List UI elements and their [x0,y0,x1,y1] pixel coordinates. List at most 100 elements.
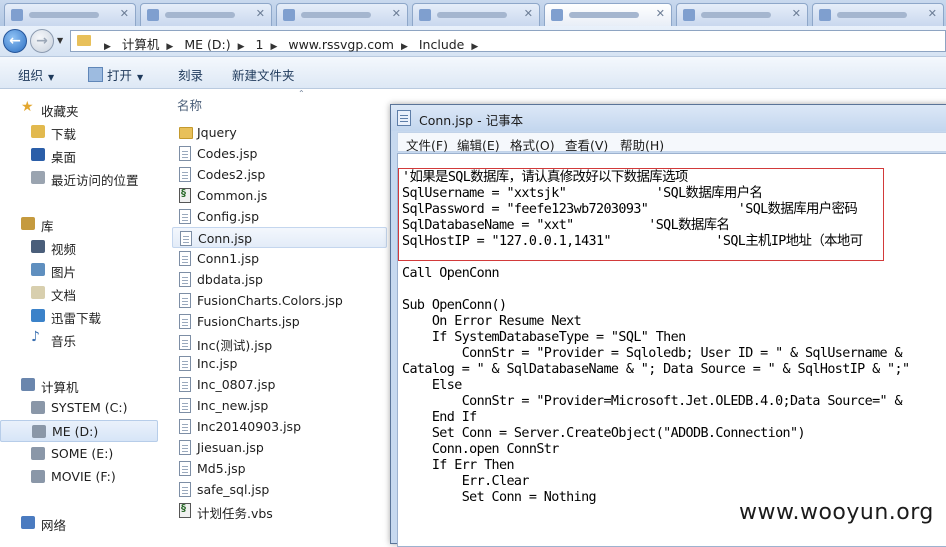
tab-favicon-icon [419,9,431,21]
file-row[interactable]: Inc_0807.jsp [172,374,387,395]
chevron-right-icon[interactable]: ▶ [238,42,245,52]
nav-libraries[interactable]: 库 [0,213,158,235]
browser-tab[interactable]: ✕ [544,3,672,26]
breadcrumb-folder-1[interactable]: 1 [255,37,263,52]
close-icon[interactable]: ✕ [524,7,533,20]
menu-view[interactable]: 查看(V) [565,135,608,154]
file-row[interactable]: Inc20140903.jsp [172,416,387,437]
browser-tab[interactable]: ✕ [812,3,944,26]
nav-network[interactable]: 网络 [0,512,158,534]
organize-button[interactable]: 组织 ▼ [18,65,54,84]
file-icon [179,482,191,497]
code-line: Call OpenConn [402,266,500,281]
browser-tab[interactable]: ✕ [140,3,272,26]
close-icon[interactable]: ✕ [928,7,937,20]
file-row[interactable]: Jquery [172,122,387,143]
file-row[interactable]: Inc_new.jsp [172,395,387,416]
file-icon [179,356,191,371]
back-button[interactable]: ← [3,29,27,53]
nav-favorites[interactable]: ★ 收藏夹 [0,98,158,120]
nav-drive-c[interactable]: SYSTEM (C:) [0,397,158,419]
nav-desktop[interactable]: 桌面 [0,144,158,166]
forward-button[interactable]: → [30,29,54,53]
chevron-right-icon[interactable]: ▶ [166,42,173,52]
burn-button[interactable]: 刻录 [178,65,203,84]
address-bar: ← → ▼ ▶ 计算机 ▶ ME (D:) ▶ 1 ▶ www.rssvgp.com ▶… [0,26,946,57]
tab-favicon-icon [683,9,695,21]
file-row[interactable]: Config.jsp [172,206,387,227]
menu-file[interactable]: 文件(F) [406,135,448,154]
nav-pictures[interactable]: 图片 [0,259,158,281]
file-row[interactable]: dbdata.jsp [172,269,387,290]
open-button[interactable]: 打开 ▼ [88,65,143,84]
file-name: Inc20140903.jsp [197,419,301,434]
tab-favicon-icon [819,9,831,21]
video-icon [31,240,45,253]
drive-icon [31,470,45,483]
menu-format[interactable]: 格式(O) [510,135,555,154]
file-row[interactable]: Conn.jsp [172,227,387,248]
close-icon[interactable]: ✕ [256,7,265,20]
breadcrumb[interactable]: ▶ 计算机 ▶ ME (D:) ▶ 1 ▶ www.rssvgp.com ▶ Inclu… [70,30,946,52]
breadcrumb-include[interactable]: Include [419,37,465,52]
notepad-titlebar[interactable]: Conn.jsp - 记事本 [391,105,946,131]
file-row[interactable]: Md5.jsp [172,458,387,479]
file-name: FusionCharts.jsp [197,314,300,329]
nav-recent-places[interactable]: 最近访问的位置 [0,167,158,189]
new-folder-button[interactable]: 新建文件夹 [232,65,295,84]
browser-tab[interactable]: ✕ [4,3,136,26]
nav-drive-f[interactable]: MOVIE (F:) [0,466,158,488]
picture-icon [31,263,45,276]
file-name: FusionCharts.Colors.jsp [197,293,343,308]
code-line: SqlDatabaseName = "xxt" 'SQL数据库名 [402,218,730,233]
code-line: If Err Then [402,458,515,473]
file-row[interactable]: Codes.jsp [172,143,387,164]
tab-favicon-icon [551,9,563,21]
file-row[interactable]: Jiesuan.jsp [172,437,387,458]
browser-tab[interactable]: ✕ [276,3,408,26]
nav-music[interactable]: ♪ 音乐 [0,328,158,350]
notepad-text-area[interactable]: '如果是SQL数据库，请认真修改好以下数据库选项 SqlUsername = "x… [397,153,946,547]
nav-computer[interactable]: 计算机 [0,374,158,396]
nav-drive-d[interactable]: ME (D:) [0,420,158,442]
browser-tab[interactable]: ✕ [412,3,540,26]
code-line: SqlHostIP = "127.0.0.1,1431" 'SQL主机IP地址（… [402,234,863,249]
recent-pages-dropdown-icon[interactable]: ▼ [57,36,63,45]
chevron-right-icon[interactable]: ▶ [104,42,111,52]
code-line: If SystemDatabaseType = "SQL" Then [402,330,686,345]
nav-downloads[interactable]: 下载 [0,121,158,143]
browser-tab[interactable]: ✕ [676,3,808,26]
file-row[interactable]: FusionCharts.jsp [172,311,387,332]
nav-xunlei-downloads[interactable]: 迅雷下载 [0,305,158,327]
chevron-right-icon[interactable]: ▶ [270,42,277,52]
file-row[interactable]: safe_sql.jsp [172,479,387,500]
menu-help[interactable]: 帮助(H) [620,135,664,154]
file-row[interactable]: Conn1.jsp [172,248,387,269]
file-row[interactable]: Common.js [172,185,387,206]
close-icon[interactable]: ✕ [792,7,801,20]
nav-drive-e[interactable]: SOME (E:) [0,443,158,465]
file-row[interactable]: Inc.jsp [172,353,387,374]
breadcrumb-site-folder[interactable]: www.rssvgp.com [288,37,394,52]
nav-videos[interactable]: 视频 [0,236,158,258]
system-drive-icon [31,401,45,414]
nav-documents[interactable]: 文档 [0,282,158,304]
tab-favicon-icon [11,9,23,21]
close-icon[interactable]: ✕ [392,7,401,20]
file-row[interactable]: FusionCharts.Colors.jsp [172,290,387,311]
chevron-right-icon[interactable]: ▶ [401,42,408,52]
file-name: Config.jsp [197,209,259,224]
column-header-name[interactable]: 名称 [177,95,202,114]
close-icon[interactable]: ✕ [656,7,665,20]
drive-icon [32,425,46,438]
menu-edit[interactable]: 编辑(E) [457,135,500,154]
file-row[interactable]: Inc(测试).jsp [172,332,387,353]
breadcrumb-drive-d[interactable]: ME (D:) [184,37,230,52]
file-row[interactable]: Codes2.jsp [172,164,387,185]
close-icon[interactable]: ✕ [120,7,129,20]
breadcrumb-computer[interactable]: 计算机 [122,37,160,52]
file-row[interactable]: 计划任务.vbs [172,500,387,521]
chevron-down-icon: ▼ [137,73,144,82]
chevron-right-icon[interactable]: ▶ [471,42,478,52]
recent-places-icon [31,171,45,184]
